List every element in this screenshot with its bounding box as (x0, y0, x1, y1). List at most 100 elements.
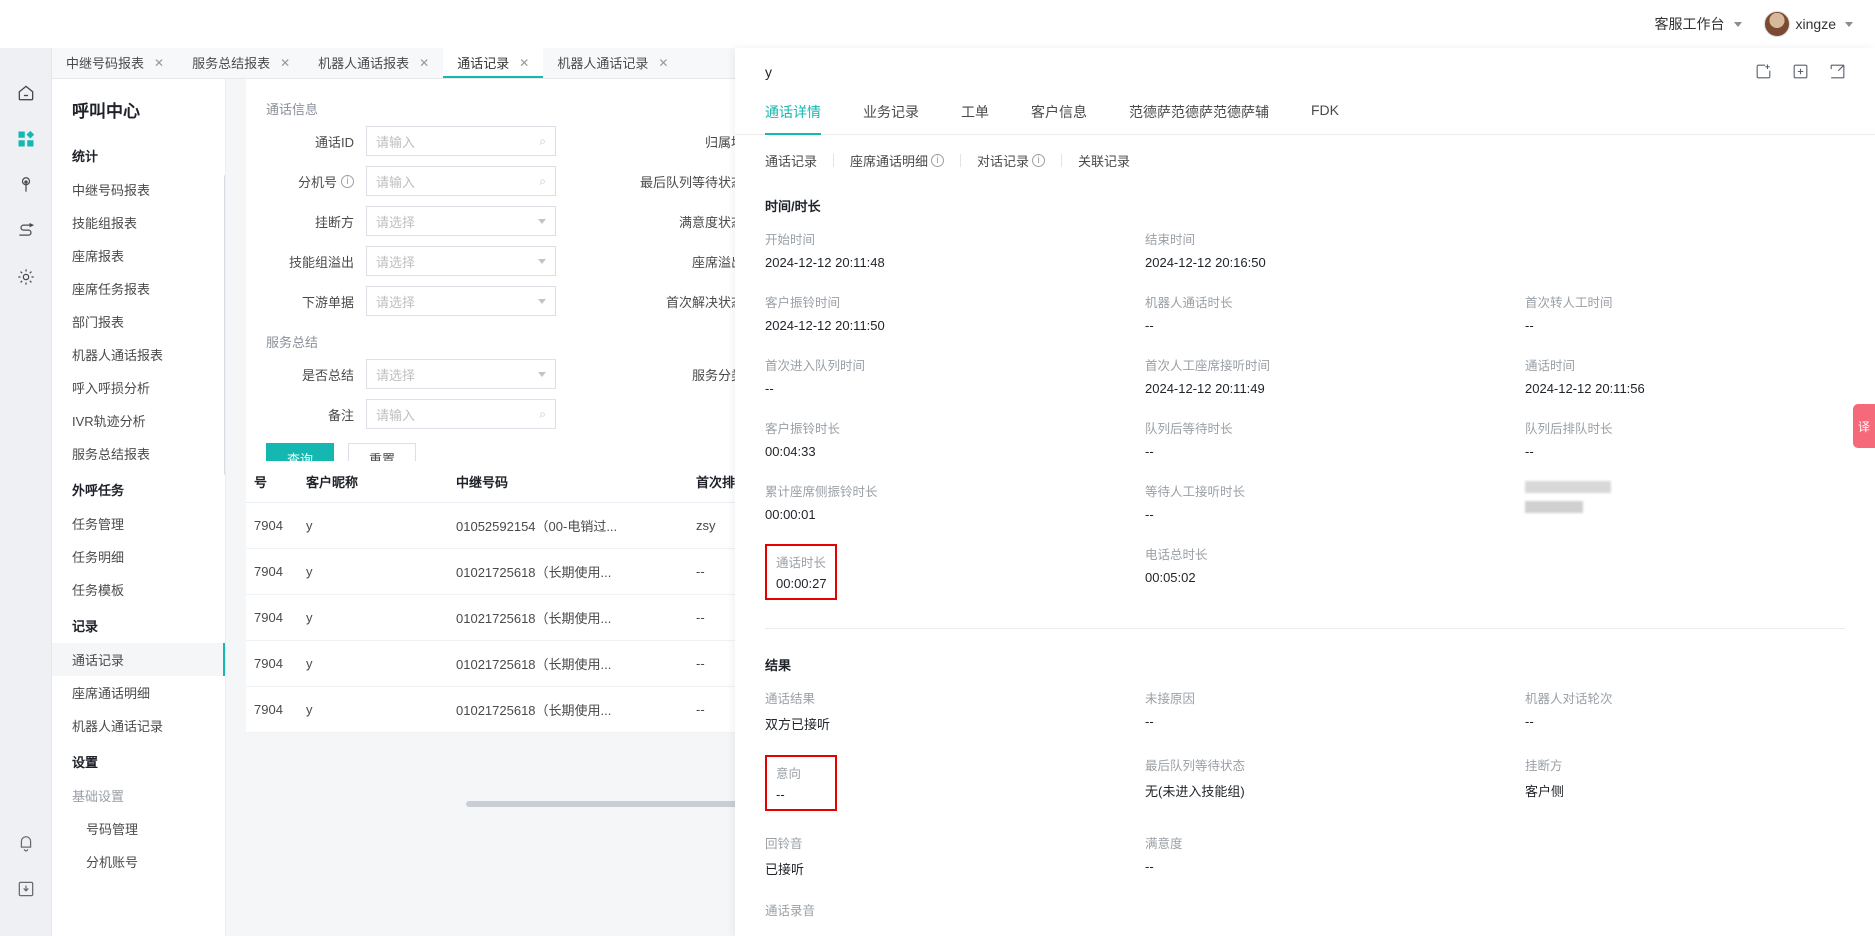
detail-field: 电话总时长 00:05:02 (1145, 544, 1525, 600)
filter-left-1-input[interactable]: 请输入 ⌕ (366, 166, 556, 196)
chevron-down-icon (1845, 21, 1853, 27)
user-icon[interactable] (3, 162, 49, 208)
sidebar-item-0-0[interactable]: 中继号码报表 (52, 173, 225, 206)
drawer-tab-2[interactable]: 工单 (961, 94, 989, 134)
add-task-icon[interactable] (1791, 62, 1810, 81)
tab-label: 中继号码报表 (66, 56, 145, 71)
detail-field: 首次转人工时间 -- (1525, 292, 1875, 333)
field-value: 客户侧 (1525, 784, 1565, 799)
add-note-icon[interactable] (1754, 62, 1773, 81)
workbench-menu[interactable]: 客服工作台 (1655, 14, 1742, 34)
field-label: 首次人工座席接听时间 (1145, 359, 1271, 373)
download-icon[interactable] (3, 866, 49, 912)
filter-left-4-select[interactable]: 请选择 (366, 286, 556, 316)
page-title: 呼叫中心 (72, 102, 140, 121)
sidebar-item-3-1[interactable]: 号码管理 (52, 812, 225, 845)
cell-nickname: y (306, 656, 313, 671)
tab-label: 服务总结报表 (192, 56, 271, 71)
filter-left-2-select[interactable]: 请选择 (366, 206, 556, 236)
table-col-header-1[interactable]: 客户昵称 (306, 472, 456, 491)
gear-icon[interactable] (3, 254, 49, 300)
tab-2[interactable]: 机器人通话报表 ✕ (304, 47, 443, 78)
sidebar-item-0-3[interactable]: 座席任务报表 (52, 272, 225, 305)
tab-4[interactable]: 机器人通话记录 ✕ (543, 47, 682, 78)
detail-field: 首次进入队列时间 -- (765, 355, 1145, 396)
cell-id: 7904 (254, 518, 283, 533)
sidebar-item-1-1[interactable]: 任务明细 (52, 540, 225, 573)
close-icon[interactable]: ✕ (658, 56, 668, 70)
drawer-tab-4[interactable]: 范德萨范德萨范德萨辅 (1129, 94, 1269, 134)
filter-left-0-input[interactable]: 请输入 ⌕ (366, 126, 556, 156)
drawer-tab-0[interactable]: 通话详情 (765, 94, 821, 135)
detail-field: 机器人通话时长 -- (1145, 292, 1525, 333)
drawer-subtab-1[interactable]: 座席通话明细 i (834, 151, 960, 170)
section-title-recording: 通话录音 (765, 904, 816, 918)
nav-scrollbar[interactable] (224, 175, 225, 475)
summary-left-0-select[interactable]: 请选择 (366, 359, 556, 389)
sidebar-item-0-4[interactable]: 部门报表 (52, 305, 225, 338)
sidebar-item-2-1[interactable]: 座席通话明细 (52, 676, 225, 709)
field-label: 机器人对话轮次 (1525, 692, 1613, 706)
drawer-subtabs: 通话记录 座席通话明细 i 对话记录 i 关联记录 (735, 135, 1875, 170)
sidebar-item-2-0[interactable]: 通话记录 (52, 643, 225, 676)
bell-icon[interactable] (3, 820, 49, 866)
cell-nickname: y (306, 702, 313, 717)
highlighted-field: 意向 -- (765, 755, 837, 811)
table-col-header-2[interactable]: 中继号码 (456, 472, 696, 491)
tab-0[interactable]: 中继号码报表 ✕ (52, 47, 178, 78)
summary-left-1-input[interactable]: 请输入 ⌕ (366, 399, 556, 429)
search-icon: ⌕ (539, 173, 546, 188)
table-horizontal-scrollbar[interactable] (466, 801, 766, 807)
cell-id: 7904 (254, 564, 283, 579)
info-icon[interactable]: i (341, 174, 354, 188)
user-menu[interactable]: xingze (1763, 11, 1853, 37)
drawer-subtab-0[interactable]: 通话记录 (765, 151, 833, 170)
sidebar-item-1-2[interactable]: 任务模板 (52, 573, 225, 606)
drawer-tab-1[interactable]: 业务记录 (863, 94, 919, 134)
sidebar-item-1-0[interactable]: 任务管理 (52, 507, 225, 540)
sidebar-item-0-1[interactable]: 技能组报表 (52, 206, 225, 239)
chevron-down-icon (538, 258, 546, 264)
drawer-tab-5[interactable]: FDK (1311, 94, 1339, 134)
placeholder: 请输入 (376, 134, 416, 150)
sidebar-item-3-0[interactable]: 基础设置 (52, 779, 225, 812)
info-icon[interactable]: i (1032, 154, 1046, 167)
apps-icon[interactable] (3, 116, 49, 162)
drawer-subtab-2[interactable]: 对话记录 i (961, 151, 1061, 170)
nav-group-2: 记录 (72, 619, 99, 634)
detail-field: 队列后等待时长 -- (1145, 418, 1525, 459)
field-label: 客户振铃时长 (765, 422, 841, 436)
expand-icon[interactable] (1828, 62, 1847, 81)
sidebar-item-0-8[interactable]: 服务总结报表 (52, 437, 225, 470)
search-icon: ⌕ (539, 406, 546, 421)
sidebar-item-0-7[interactable]: IVR轨迹分析 (52, 404, 225, 437)
filter-left-3-select[interactable]: 请选择 (366, 246, 556, 276)
drawer-subtab-3[interactable]: 关联记录 (1062, 151, 1146, 170)
summary-left-0-label: 是否总结 (301, 367, 354, 383)
home-icon[interactable] (3, 70, 49, 116)
close-icon[interactable]: ✕ (519, 56, 529, 70)
sidebar-item-3-2[interactable]: 分机账号 (52, 845, 225, 878)
table-col-header-0[interactable]: 号 (246, 472, 306, 491)
close-icon[interactable]: ✕ (419, 56, 429, 70)
close-icon[interactable]: ✕ (154, 56, 164, 70)
field-label: 客户振铃时间 (765, 296, 841, 310)
flow-icon[interactable] (3, 208, 49, 254)
sidebar-item-2-2[interactable]: 机器人通话记录 (52, 709, 225, 742)
sidebar-item-0-6[interactable]: 呼入呼损分析 (52, 371, 225, 404)
close-icon[interactable]: ✕ (280, 56, 290, 70)
redacted-label (1525, 481, 1611, 493)
drawer-tabs: 通话详情 业务记录 工单 客户信息 范德萨范德萨范德萨辅 FDK (735, 94, 1875, 135)
translate-fab-icon[interactable]: 译 (1853, 404, 1875, 448)
drawer-tab-3[interactable]: 客户信息 (1031, 94, 1087, 134)
sidebar-item-0-2[interactable]: 座席报表 (52, 239, 225, 272)
tab-1[interactable]: 服务总结报表 ✕ (178, 47, 304, 78)
sidebar-item-0-5[interactable]: 机器人通话报表 (52, 338, 225, 371)
tab-3[interactable]: 通话记录 ✕ (443, 47, 544, 78)
field-label: 队列后等待时长 (1145, 422, 1233, 436)
filter-left-4-label: 下游单据 (301, 294, 354, 310)
nav-group-3: 设置 (72, 755, 99, 770)
tab-label: 通话记录 (457, 56, 510, 71)
info-icon[interactable]: i (931, 154, 945, 167)
field-value: -- (1145, 507, 1154, 522)
